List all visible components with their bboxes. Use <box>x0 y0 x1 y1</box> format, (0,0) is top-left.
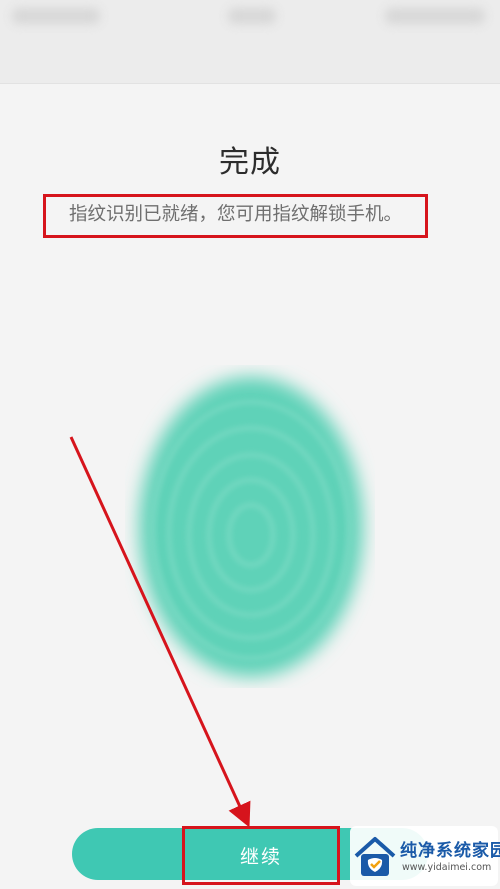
continue-button-highlight[interactable]: 继续 <box>182 826 340 885</box>
watermark-brand: 纯净系统家园 <box>400 841 500 861</box>
status-bar-battery <box>385 8 485 24</box>
status-bar-time <box>228 8 276 24</box>
watermark-url: www.yidaimei.com <box>402 862 492 873</box>
status-bar-carrier <box>12 8 100 24</box>
continue-button-label: 继续 <box>239 846 282 868</box>
fingerprint-icon <box>139 377 363 677</box>
house-logo-icon <box>354 837 396 876</box>
page-title: 完成 <box>219 145 281 180</box>
status-bar <box>0 0 500 84</box>
subtitle-text: 指纹识别已就绪，您可用指纹解锁手机。 <box>43 194 428 238</box>
watermark: 纯净系统家园 www.yidaimei.com <box>350 826 500 886</box>
